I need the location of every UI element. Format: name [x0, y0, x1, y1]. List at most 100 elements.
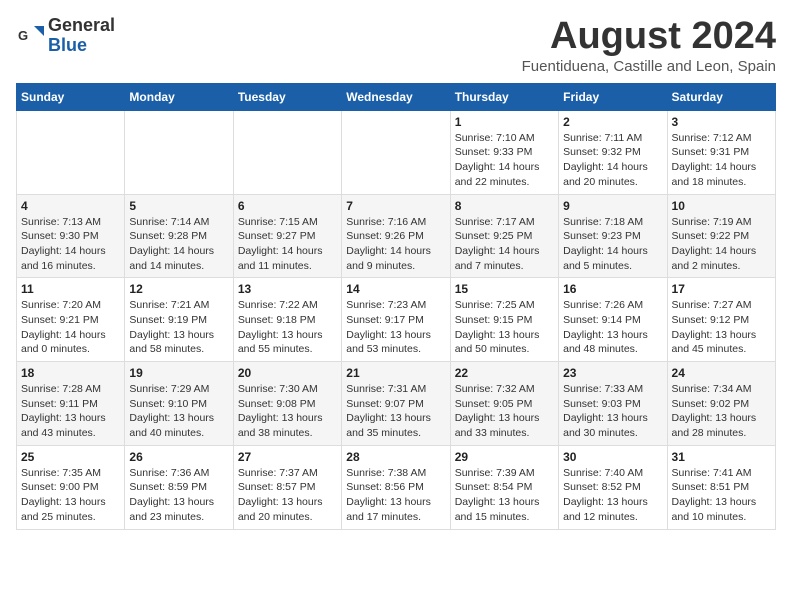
day-number: 29 — [455, 450, 554, 464]
calendar-cell — [233, 110, 341, 194]
day-number: 2 — [563, 115, 662, 129]
day-info: Sunrise: 7:13 AM Sunset: 9:30 PM Dayligh… — [21, 215, 120, 274]
day-info: Sunrise: 7:17 AM Sunset: 9:25 PM Dayligh… — [455, 215, 554, 274]
day-info: Sunrise: 7:41 AM Sunset: 8:51 PM Dayligh… — [672, 466, 771, 525]
logo-icon: G — [16, 22, 44, 50]
day-info: Sunrise: 7:40 AM Sunset: 8:52 PM Dayligh… — [563, 466, 662, 525]
calendar-cell: 13 Sunrise: 7:22 AM Sunset: 9:18 PM Dayli… — [233, 278, 341, 362]
column-header-thursday: Thursday — [450, 83, 558, 110]
day-number: 19 — [129, 366, 228, 380]
title-block: August 2024 Fuentiduena, Castille and Le… — [522, 16, 776, 75]
day-number: 11 — [21, 282, 120, 296]
day-info: Sunrise: 7:22 AM Sunset: 9:18 PM Dayligh… — [238, 298, 337, 357]
calendar-cell: 30 Sunrise: 7:40 AM Sunset: 8:52 PM Dayli… — [559, 445, 667, 529]
calendar-cell: 6Sunrise: 7:15 AM Sunset: 9:27 PM Daylig… — [233, 194, 341, 278]
calendar-cell: 11Sunrise: 7:20 AM Sunset: 9:21 PM Dayli… — [17, 278, 125, 362]
day-number: 18 — [21, 366, 120, 380]
day-number: 27 — [238, 450, 337, 464]
calendar-cell: 17Sunrise: 7:27 AM Sunset: 9:12 PM Dayli… — [667, 278, 775, 362]
day-info: Sunrise: 7:33 AM Sunset: 9:03 PM Dayligh… — [563, 382, 662, 441]
calendar-cell — [17, 110, 125, 194]
week-row-3: 11Sunrise: 7:20 AM Sunset: 9:21 PM Dayli… — [17, 278, 776, 362]
calendar-cell: 26 Sunrise: 7:36 AM Sunset: 8:59 PM Dayli… — [125, 445, 233, 529]
day-info: Sunrise: 7:10 AM Sunset: 9:33 PM Dayligh… — [455, 131, 554, 190]
day-number: 23 — [563, 366, 662, 380]
calendar-cell: 9 Sunrise: 7:18 AM Sunset: 9:23 PM Daylig… — [559, 194, 667, 278]
day-info: Sunrise: 7:36 AM Sunset: 8:59 PM Dayligh… — [129, 466, 228, 525]
day-number: 3 — [672, 115, 771, 129]
week-row-2: 4 Sunrise: 7:13 AM Sunset: 9:30 PM Daylig… — [17, 194, 776, 278]
day-number: 26 — [129, 450, 228, 464]
day-info: Sunrise: 7:31 AM Sunset: 9:07 PM Dayligh… — [346, 382, 445, 441]
page-header: G General Blue August 2024 Fuentiduena, … — [16, 16, 776, 75]
day-info: Sunrise: 7:39 AM Sunset: 8:54 PM Dayligh… — [455, 466, 554, 525]
calendar-cell: 7 Sunrise: 7:16 AM Sunset: 9:26 PM Daylig… — [342, 194, 450, 278]
calendar-cell: 19 Sunrise: 7:29 AM Sunset: 9:10 PM Dayli… — [125, 362, 233, 446]
day-number: 16 — [563, 282, 662, 296]
calendar-cell: 29 Sunrise: 7:39 AM Sunset: 8:54 PM Dayli… — [450, 445, 558, 529]
day-number: 14 — [346, 282, 445, 296]
day-number: 9 — [563, 199, 662, 213]
day-number: 20 — [238, 366, 337, 380]
day-info: Sunrise: 7:23 AM Sunset: 9:17 PM Dayligh… — [346, 298, 445, 357]
calendar-cell: 27 Sunrise: 7:37 AM Sunset: 8:57 PM Dayli… — [233, 445, 341, 529]
day-number: 5 — [129, 199, 228, 213]
day-number: 1 — [455, 115, 554, 129]
day-number: 31 — [672, 450, 771, 464]
logo-general: General — [48, 15, 115, 35]
column-header-saturday: Saturday — [667, 83, 775, 110]
day-info: Sunrise: 7:26 AM Sunset: 9:14 PM Dayligh… — [563, 298, 662, 357]
calendar-cell: 16 Sunrise: 7:26 AM Sunset: 9:14 PM Dayli… — [559, 278, 667, 362]
day-number: 28 — [346, 450, 445, 464]
day-info: Sunrise: 7:11 AM Sunset: 9:32 PM Dayligh… — [563, 131, 662, 190]
day-number: 13 — [238, 282, 337, 296]
day-info: Sunrise: 7:29 AM Sunset: 9:10 PM Dayligh… — [129, 382, 228, 441]
week-row-4: 18 Sunrise: 7:28 AM Sunset: 9:11 PM Dayli… — [17, 362, 776, 446]
subtitle: Fuentiduena, Castille and Leon, Spain — [522, 58, 776, 75]
day-info: Sunrise: 7:28 AM Sunset: 9:11 PM Dayligh… — [21, 382, 120, 441]
day-number: 21 — [346, 366, 445, 380]
day-info: Sunrise: 7:19 AM Sunset: 9:22 PM Dayligh… — [672, 215, 771, 274]
day-number: 4 — [21, 199, 120, 213]
logo-blue: Blue — [48, 35, 87, 55]
svg-text:G: G — [18, 28, 28, 43]
week-row-5: 25Sunrise: 7:35 AM Sunset: 9:00 PM Dayli… — [17, 445, 776, 529]
day-info: Sunrise: 7:12 AM Sunset: 9:31 PM Dayligh… — [672, 131, 771, 190]
calendar-cell: 22 Sunrise: 7:32 AM Sunset: 9:05 PM Dayli… — [450, 362, 558, 446]
week-row-1: 1 Sunrise: 7:10 AM Sunset: 9:33 PM Daylig… — [17, 110, 776, 194]
calendar-cell — [342, 110, 450, 194]
calendar-cell: 18 Sunrise: 7:28 AM Sunset: 9:11 PM Dayli… — [17, 362, 125, 446]
day-info: Sunrise: 7:32 AM Sunset: 9:05 PM Dayligh… — [455, 382, 554, 441]
day-number: 7 — [346, 199, 445, 213]
logo-text: General Blue — [48, 16, 115, 56]
calendar-cell: 2 Sunrise: 7:11 AM Sunset: 9:32 PM Daylig… — [559, 110, 667, 194]
column-header-wednesday: Wednesday — [342, 83, 450, 110]
day-info: Sunrise: 7:38 AM Sunset: 8:56 PM Dayligh… — [346, 466, 445, 525]
day-number: 30 — [563, 450, 662, 464]
calendar-cell: 31 Sunrise: 7:41 AM Sunset: 8:51 PM Dayli… — [667, 445, 775, 529]
logo: G General Blue — [16, 16, 115, 56]
calendar-cell: 5 Sunrise: 7:14 AM Sunset: 9:28 PM Daylig… — [125, 194, 233, 278]
day-number: 12 — [129, 282, 228, 296]
day-info: Sunrise: 7:27 AM Sunset: 9:12 PM Dayligh… — [672, 298, 771, 357]
calendar-cell: 14 Sunrise: 7:23 AM Sunset: 9:17 PM Dayli… — [342, 278, 450, 362]
calendar-cell: 21 Sunrise: 7:31 AM Sunset: 9:07 PM Dayli… — [342, 362, 450, 446]
calendar-cell: 10Sunrise: 7:19 AM Sunset: 9:22 PM Dayli… — [667, 194, 775, 278]
day-info: Sunrise: 7:18 AM Sunset: 9:23 PM Dayligh… — [563, 215, 662, 274]
column-header-friday: Friday — [559, 83, 667, 110]
calendar-cell: 12Sunrise: 7:21 AM Sunset: 9:19 PM Dayli… — [125, 278, 233, 362]
calendar-cell — [125, 110, 233, 194]
calendar-cell: 15Sunrise: 7:25 AM Sunset: 9:15 PM Dayli… — [450, 278, 558, 362]
day-info: Sunrise: 7:25 AM Sunset: 9:15 PM Dayligh… — [455, 298, 554, 357]
day-info: Sunrise: 7:30 AM Sunset: 9:08 PM Dayligh… — [238, 382, 337, 441]
calendar-cell: 1 Sunrise: 7:10 AM Sunset: 9:33 PM Daylig… — [450, 110, 558, 194]
column-header-tuesday: Tuesday — [233, 83, 341, 110]
day-number: 22 — [455, 366, 554, 380]
day-info: Sunrise: 7:15 AM Sunset: 9:27 PM Dayligh… — [238, 215, 337, 274]
day-info: Sunrise: 7:37 AM Sunset: 8:57 PM Dayligh… — [238, 466, 337, 525]
day-info: Sunrise: 7:14 AM Sunset: 9:28 PM Dayligh… — [129, 215, 228, 274]
calendar-cell: 28 Sunrise: 7:38 AM Sunset: 8:56 PM Dayli… — [342, 445, 450, 529]
day-number: 8 — [455, 199, 554, 213]
day-info: Sunrise: 7:16 AM Sunset: 9:26 PM Dayligh… — [346, 215, 445, 274]
calendar-cell: 25Sunrise: 7:35 AM Sunset: 9:00 PM Dayli… — [17, 445, 125, 529]
